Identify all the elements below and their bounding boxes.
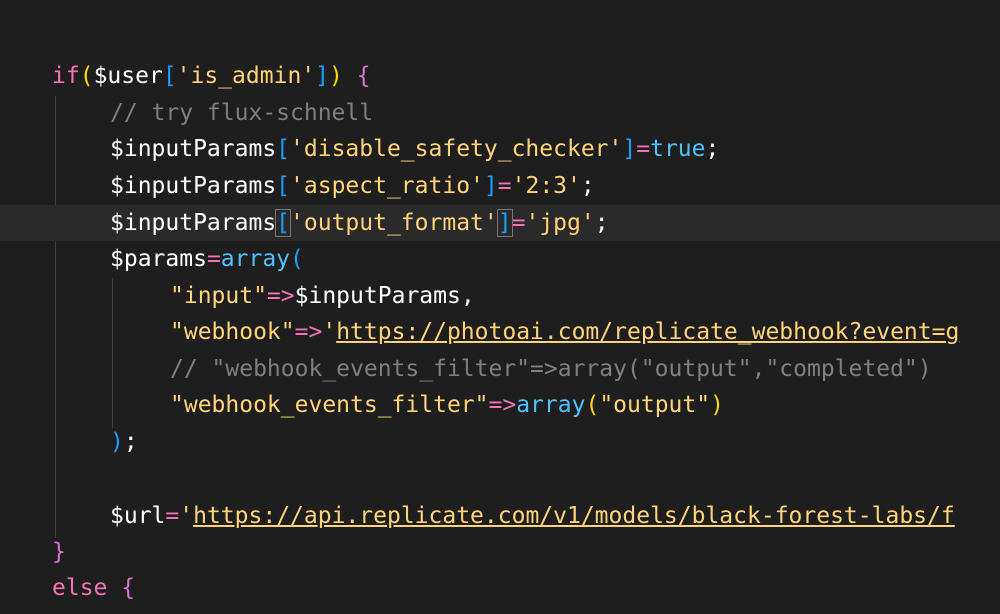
code-token: https://api.replicate.com/v1/models/blac…	[193, 503, 955, 529]
line-content: $params=array(	[110, 241, 304, 277]
code-line[interactable]: else {	[0, 570, 1000, 606]
code-token: {	[121, 575, 136, 601]
line-content: $inputParams['aspect_ratio']='2:3';	[110, 168, 595, 204]
code-token: 'disable_safety_checker'	[290, 136, 623, 162]
code-token: ]	[483, 173, 498, 199]
code-token: 'is_admin'	[176, 63, 316, 89]
code-token: // try flux-schnell	[110, 100, 374, 126]
code-token: array	[516, 392, 586, 418]
code-token: ;	[123, 429, 138, 455]
code-token: $inputParams	[294, 283, 461, 309]
code-token: =	[165, 503, 180, 529]
line-content: else {	[52, 570, 135, 606]
code-token: $inputParams	[110, 210, 277, 236]
code-token: $user	[93, 63, 163, 89]
code-token: "webhook"	[170, 319, 295, 345]
code-token: ]	[496, 209, 513, 237]
code-line[interactable]: }	[0, 534, 1000, 570]
code-token: }	[52, 539, 66, 565]
code-token: {	[356, 63, 371, 89]
code-token: =	[511, 210, 526, 236]
code-line[interactable]: "webhook"=>'https://photoai.com/replicat…	[0, 314, 1000, 350]
code-editor[interactable]: if($user['is_admin']) { // try flux-schn…	[0, 0, 1000, 614]
code-token: 'aspect_ratio'	[290, 173, 484, 199]
code-token: "input"	[170, 283, 267, 309]
code-token: ;	[580, 173, 595, 199]
code-token: "output"	[599, 392, 711, 418]
code-token: ]	[315, 63, 330, 89]
code-token: array	[220, 246, 291, 272]
line-content: "input"=>$inputParams,	[170, 278, 475, 314]
code-token: (	[585, 392, 600, 418]
code-token: '	[179, 503, 194, 529]
line-content: "webhook"=>'https://photoai.com/replicat…	[170, 314, 959, 350]
code-token: (	[79, 63, 94, 89]
code-line-current[interactable]: $inputParams['output_format']='jpg';	[0, 205, 1000, 241]
code-line[interactable]: // try flux-schnell	[0, 95, 1000, 131]
code-token: https://photoai.com/replicate_webhook?ev…	[336, 319, 960, 345]
code-token: [	[276, 136, 291, 162]
code-token: =	[206, 246, 221, 272]
line-content: // "webhook_events_filter"=>array("outpu…	[170, 351, 932, 387]
code-line[interactable]: if($user['is_admin']) {	[0, 58, 1000, 94]
line-content: }	[52, 534, 66, 570]
code-token: =	[497, 173, 512, 199]
line-content: "webhook_events_filter"=>array("output")	[170, 387, 724, 423]
line-content: );	[110, 424, 138, 460]
code-token: '	[322, 319, 337, 345]
code-line[interactable]	[0, 461, 1000, 497]
code-token: )	[710, 392, 724, 418]
code-token: [	[276, 173, 291, 199]
code-token: ,	[460, 283, 475, 309]
line-content: if($user['is_admin']) {	[52, 58, 371, 94]
code-token: =>	[488, 392, 517, 418]
code-token: )	[110, 429, 124, 455]
code-token: $url	[110, 503, 166, 529]
code-line[interactable]: $url='https://api.replicate.com/v1/model…	[0, 498, 1000, 534]
code-line[interactable]: // "webhook_events_filter"=>array("outpu…	[0, 351, 1000, 387]
code-token: else	[52, 575, 122, 601]
code-line[interactable]: "webhook_events_filter"=>array("output")	[0, 387, 1000, 423]
line-content: $inputParams['output_format']='jpg';	[110, 205, 609, 241]
code-token: )	[329, 63, 357, 89]
code-token: '2:3'	[511, 173, 581, 199]
line-content: $inputParams['disable_safety_checker']=t…	[110, 131, 719, 167]
code-line[interactable]: $params=array(	[0, 241, 1000, 277]
code-line[interactable]: $inputParams['disable_safety_checker']=t…	[0, 131, 1000, 167]
code-token: if	[52, 63, 80, 89]
code-token: $inputParams	[110, 136, 277, 162]
code-token: true	[650, 136, 706, 162]
line-content: $url='https://api.replicate.com/v1/model…	[110, 498, 955, 534]
code-token: ]	[622, 136, 637, 162]
code-token: 'jpg'	[525, 210, 595, 236]
code-token: $params	[110, 246, 207, 272]
code-token: "webhook_events_filter"	[170, 392, 489, 418]
code-token: =>	[266, 283, 295, 309]
code-token: 'output_format'	[290, 210, 498, 236]
code-token: ;	[705, 136, 720, 162]
line-content: // try flux-schnell	[110, 95, 373, 131]
code-token: =>	[294, 319, 323, 345]
code-line[interactable]: "input"=>$inputParams,	[0, 278, 1000, 314]
code-token: [	[275, 209, 292, 237]
code-token: [	[162, 63, 177, 89]
code-token: ;	[594, 210, 609, 236]
code-token: =	[636, 136, 651, 162]
code-token: $inputParams	[110, 173, 277, 199]
code-line[interactable]: $inputParams['aspect_ratio']='2:3';	[0, 168, 1000, 204]
code-token: // "webhook_events_filter"=>array("outpu…	[170, 356, 932, 382]
code-line[interactable]: );	[0, 424, 1000, 460]
code-token: (	[290, 246, 304, 272]
